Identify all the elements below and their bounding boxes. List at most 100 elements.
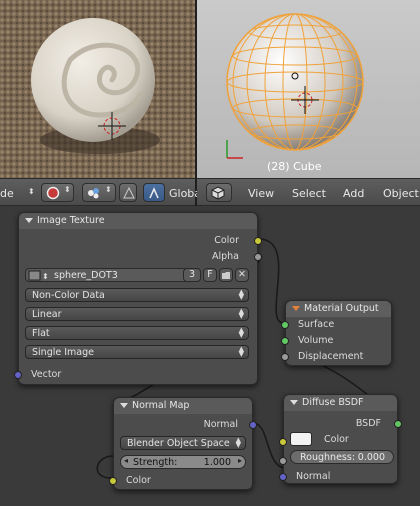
area-separator[interactable] [195,0,197,206]
diffuse-bsdf-node[interactable]: Diffuse BSDF BSDF Color Roughness: 0.000… [279,394,402,484]
decrement-arrow-icon[interactable]: ◂ [124,456,128,465]
updown-arrows-icon: ▲ ▼ [238,307,244,320]
node-header[interactable]: Material Output [286,301,391,317]
node-title: Diffuse BSDF [302,397,364,408]
strength-label: Strength: [133,457,178,468]
input-vector-socket[interactable] [14,371,22,379]
roughness-value: 0.000 [357,452,385,463]
unlink-image-button[interactable]: ✕ [235,268,249,282]
collapse-arrow-icon[interactable] [292,306,300,311]
open-image-button[interactable] [219,268,233,282]
input-surface-socket[interactable] [281,321,289,329]
fake-user-toggle[interactable]: F [203,268,217,282]
interpolation-dropdown[interactable]: Linear ▲ ▼ [25,307,249,321]
interpolation-value: Linear [32,309,62,320]
color-swatch[interactable] [290,432,312,446]
normal-space-value: Blender Object Space [127,438,230,449]
input-normal-socket[interactable] [279,473,287,481]
node-title: Image Texture [37,215,105,226]
collapse-arrow-icon[interactable] [120,403,128,408]
output-alpha-label: Alpha [211,251,239,262]
node-title: Normal Map [132,400,190,411]
transform-orientation-button[interactable] [143,183,165,202]
input-color-socket[interactable] [279,438,287,446]
normal-map-node[interactable]: Normal Map Normal Blender Object Space ▲ ▼… [109,397,257,490]
chevron-down-icon: ⬍ [64,185,71,194]
node-title: Material Output [304,303,379,314]
collapse-arrow-icon[interactable] [290,400,298,405]
node-header[interactable]: Diffuse BSDF [284,395,397,411]
menu-add[interactable]: Add [343,187,364,200]
shading-sphere-icon [46,186,60,200]
output-alpha-socket[interactable] [254,253,262,261]
viewport-shading-button[interactable]: ⬍ [41,183,74,202]
node-header[interactable]: Normal Map [114,398,252,414]
rendered-scene [0,0,195,178]
source-value: Single Image [32,347,94,358]
input-displacement-label: Displacement [298,351,364,362]
node-editor[interactable]: Image Texture Color Alpha ⬍ sphere_DOT3 … [0,206,420,506]
chevron-down-icon: ⬍ [105,185,112,194]
users-count[interactable]: 3 [183,268,201,282]
color-space-dropdown[interactable]: Non-Color Data ▲ ▼ [25,288,249,302]
wireframe-scene [226,13,364,159]
editor-type-button[interactable] [206,183,232,202]
folder-icon [222,272,230,279]
manipulator-icon [123,186,135,199]
output-color-socket[interactable] [254,237,262,245]
normal-space-dropdown[interactable]: Blender Object Space ▲ ▼ [120,436,246,450]
updown-arrows-icon: ▲ ▼ [238,288,244,301]
collapse-arrow-icon[interactable] [25,218,33,223]
active-object-label: (28) Cube [267,160,322,173]
output-color-label: Color [214,235,239,246]
node-header[interactable]: Image Texture [19,213,257,229]
input-volume-label: Volume [298,335,334,346]
3d-viewport-header: View Select Add Object [197,178,420,206]
increment-arrow-icon[interactable]: ▸ [238,456,242,465]
svg-text:⬍: ⬍ [42,272,49,281]
color-space-value: Non-Color Data [32,290,105,301]
left-viewport-header: de ⬍ ⬍ ⬍ Globa [0,178,201,206]
input-volume-socket[interactable] [281,337,289,345]
input-color-label: Color [126,475,151,486]
output-bsdf-label: BSDF [355,418,381,429]
roughness-slider[interactable]: Roughness: 0.000 [290,450,394,464]
3d-viewport[interactable]: (28) Cube [197,0,420,178]
input-surface-label: Surface [298,319,335,330]
source-dropdown[interactable]: Single Image ▲ ▼ [25,345,249,359]
updown-arrows-icon[interactable]: ⬍ [28,187,35,196]
updown-arrows-icon: ▲ ▼ [238,326,244,339]
image-browse-icon[interactable]: ⬍ [28,270,50,281]
input-color-socket[interactable] [109,477,117,485]
updown-arrows-icon: ▲ ▼ [235,436,241,449]
manipulator-toggle[interactable] [119,183,137,202]
output-normal-label: Normal [203,419,238,430]
pivot-point-button[interactable]: ⬍ [82,183,116,202]
projection-dropdown[interactable]: Flat ▲ ▼ [25,326,249,340]
cube-icon [211,186,225,200]
orientation-icon [149,187,159,199]
image-name: sphere_DOT3 [54,270,118,281]
menu-object[interactable]: Object [383,187,419,200]
image-datablock[interactable]: ⬍ sphere_DOT3 [25,268,201,282]
input-color-label: Color [324,434,349,445]
material-output-node[interactable]: Material Output Surface Volume Displacem… [281,300,392,366]
input-normal-label: Normal [296,471,331,482]
mode-dropdown-label[interactable]: de [0,187,14,200]
menu-select[interactable]: Select [292,187,326,200]
image-texture-node[interactable]: Image Texture Color Alpha ⬍ sphere_DOT3 … [14,212,262,385]
updown-arrows-icon: ▲ ▼ [238,345,244,358]
strength-value: 1.000 [203,457,231,468]
pivot-icon [88,188,99,199]
close-icon: ✕ [238,269,246,280]
input-roughness-socket[interactable] [279,457,287,465]
output-normal-socket[interactable] [249,421,257,429]
strength-slider[interactable]: ◂ Strength: 1.000 ▸ [120,455,246,469]
input-vector-label: Vector [31,369,62,380]
menu-view[interactable]: View [248,187,274,200]
projection-value: Flat [32,328,50,339]
output-bsdf-socket[interactable] [394,420,402,428]
render-viewport[interactable] [0,0,195,178]
roughness-label: Roughness: [300,452,356,463]
input-displacement-socket[interactable] [281,353,289,361]
